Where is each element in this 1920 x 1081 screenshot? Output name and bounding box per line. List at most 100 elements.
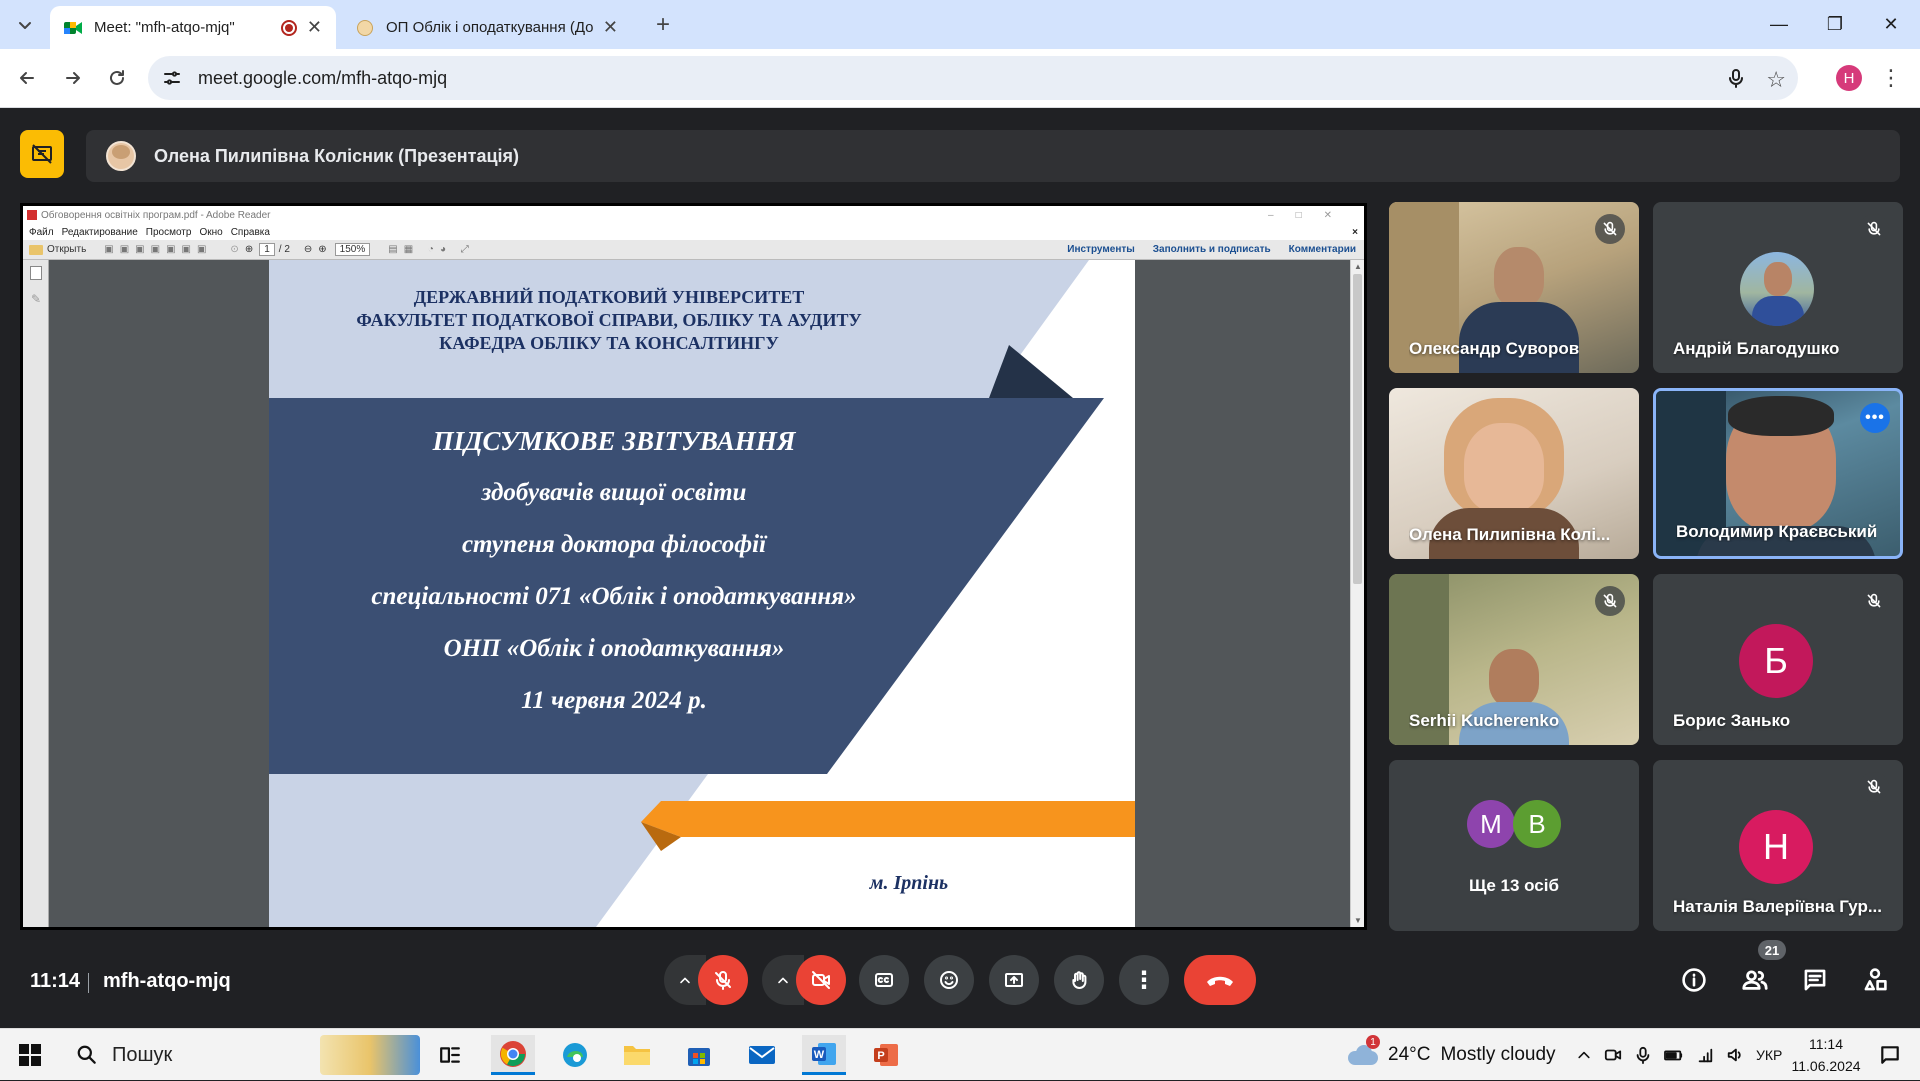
svg-text:W: W: [814, 1049, 825, 1061]
participant-photo-avatar: [1740, 252, 1814, 326]
bookmark-star-icon[interactable]: ☆: [1766, 67, 1786, 93]
tab-meet[interactable]: Meet: "mfh-atqo-mjq" ✕: [50, 6, 336, 49]
leave-call-button[interactable]: [1184, 955, 1256, 1005]
page-down-icon[interactable]: ⊕: [245, 244, 253, 255]
chat-icon[interactable]: [1790, 955, 1840, 1005]
menu-view[interactable]: Просмотр: [146, 227, 192, 238]
toolbar-icons[interactable]: ▣▣▣▣▣▣▣: [104, 244, 212, 255]
windows-start-icon[interactable]: [8, 1035, 52, 1075]
zoom-in-icon[interactable]: ⊕: [318, 244, 326, 255]
captions-button[interactable]: [859, 955, 909, 1005]
forward-icon[interactable]: [56, 61, 90, 95]
page-number-input[interactable]: 1: [259, 243, 275, 256]
back-icon[interactable]: [10, 61, 44, 95]
activities-icon[interactable]: [1850, 955, 1900, 1005]
microsoft-store-icon[interactable]: [677, 1035, 721, 1075]
taskbar-clock[interactable]: 11:14 11.06.2024: [1778, 1033, 1874, 1077]
camera-off-button[interactable]: [796, 955, 846, 1005]
menu-edit[interactable]: Редактирование: [62, 227, 138, 238]
scrollbar-thumb[interactable]: [1353, 274, 1362, 584]
reader-titlebar: Обговорення освітніх програм.pdf - Adobe…: [23, 206, 1364, 224]
wifi-icon[interactable]: [1696, 1046, 1714, 1064]
tools-button[interactable]: Инструменты: [1067, 244, 1135, 255]
speaker-icon[interactable]: [1726, 1046, 1744, 1064]
muted-mic-icon: [1595, 214, 1625, 244]
open-button[interactable]: Открыть: [47, 244, 86, 255]
url-text: meet.google.com/mfh-atqo-mjq: [198, 67, 448, 88]
open-folder-icon[interactable]: [29, 244, 43, 255]
zoom-out-icon[interactable]: ⊖: [304, 244, 312, 255]
participant-name: Олександр Суворов: [1409, 339, 1580, 358]
powerpoint-taskbar-icon[interactable]: P: [864, 1035, 908, 1075]
reader-scrollbar[interactable]: ▲ ▼: [1350, 260, 1364, 927]
reader-menubar: Файл Редактирование Просмотр Окно Справк…: [23, 224, 1364, 240]
close-tab-icon[interactable]: ✕: [307, 17, 322, 38]
browser-menu-icon[interactable]: ⋮: [1874, 61, 1908, 95]
microphone-icon[interactable]: [1726, 68, 1746, 88]
microphone-off-button[interactable]: [698, 955, 748, 1005]
word-taskbar-icon[interactable]: W: [802, 1035, 846, 1075]
people-icon[interactable]: [1730, 955, 1780, 1005]
minimize-icon[interactable]: —: [1751, 0, 1807, 49]
more-options-button[interactable]: ⋮: [1119, 955, 1169, 1005]
edge-taskbar-icon[interactable]: [553, 1035, 597, 1075]
slide-line-2: здобувачів вищої освіти: [481, 479, 747, 506]
participant-tile[interactable]: Serhii Kucherenko: [1389, 574, 1639, 745]
reload-icon[interactable]: [100, 61, 134, 95]
microphone-tray-icon[interactable]: [1634, 1046, 1652, 1064]
chrome-taskbar-icon[interactable]: [491, 1035, 535, 1075]
battery-icon[interactable]: [1664, 1046, 1684, 1064]
more-options-icon[interactable]: •••: [1860, 403, 1890, 433]
more-participants-tile[interactable]: M B Ще 13 осіб: [1389, 760, 1639, 931]
fill-sign-button[interactable]: Заполнить и подписать: [1153, 244, 1271, 255]
participant-name: Serhii Kucherenko: [1409, 711, 1560, 730]
tab-op-document[interactable]: ОП Облік і оподаткування (До ✕: [342, 6, 632, 49]
menu-window[interactable]: Окно: [199, 227, 222, 238]
weather-temp: 24°C: [1388, 1044, 1431, 1065]
raise-hand-button[interactable]: [1054, 955, 1104, 1005]
meeting-details-icon[interactable]: [1669, 955, 1719, 1005]
participant-name: Наталія Валеріївна Гур...: [1673, 897, 1882, 916]
participant-tile[interactable]: Б Борис Занько: [1653, 574, 1903, 745]
site-settings-icon[interactable]: [162, 68, 182, 88]
emoji-reactions-button[interactable]: [924, 955, 974, 1005]
meeting-code: mfh-atqo-mjq: [103, 970, 231, 992]
address-bar[interactable]: meet.google.com/mfh-atqo-mjq ☆: [148, 56, 1798, 100]
participant-tile[interactable]: Андрій Благодушко: [1653, 202, 1903, 373]
show-hidden-icons-chevron-icon[interactable]: [1576, 1047, 1592, 1063]
presenter-name: Олена Пилипівна Колісник (Презентація): [154, 145, 520, 166]
menu-help[interactable]: Справка: [231, 227, 270, 238]
participant-tile[interactable]: Олена Пилипівна Колі...: [1389, 388, 1639, 559]
task-view-icon[interactable]: [428, 1035, 472, 1075]
new-tab-icon[interactable]: +: [646, 8, 680, 42]
tab-search-chevron-icon[interactable]: [8, 8, 42, 42]
pages-panel-icon[interactable]: [30, 266, 42, 280]
participant-initial-avatar: Н: [1739, 810, 1813, 884]
notifications-icon[interactable]: [1868, 1035, 1912, 1075]
close-tab-icon[interactable]: ✕: [603, 17, 618, 38]
fit-icons[interactable]: ▤▦ ◔◕ ⤢: [388, 244, 475, 255]
reader-left-panel: ✎: [23, 260, 49, 927]
page-up-icon[interactable]: ⊙: [230, 244, 238, 255]
mail-icon[interactable]: [740, 1035, 784, 1075]
meet-now-icon[interactable]: [1604, 1046, 1622, 1064]
participant-tile-speaking[interactable]: ••• Володимир Краєвський: [1653, 388, 1903, 559]
reader-close-doc-icon[interactable]: ×: [1352, 227, 1358, 238]
file-explorer-icon[interactable]: [615, 1035, 659, 1075]
menu-file[interactable]: Файл: [29, 227, 54, 238]
attachment-panel-icon[interactable]: ✎: [31, 292, 41, 306]
profile-avatar[interactable]: H: [1836, 65, 1862, 91]
zoom-select[interactable]: 150%: [334, 243, 371, 256]
slide-header-line-2: ФАКУЛЬТЕТ ПОДАТКОВОЇ СПРАВИ, ОБЛІКУ ТА А…: [356, 310, 862, 330]
weather-widget[interactable]: 1 24°C Mostly cloudy: [1348, 1029, 1556, 1081]
cloudy-weather-icon: 1: [1348, 1035, 1380, 1065]
muted-mic-icon: [1859, 586, 1889, 616]
taskbar-search[interactable]: Пошук: [60, 1029, 420, 1081]
comments-button[interactable]: Комментарии: [1289, 244, 1356, 255]
present-screen-button[interactable]: [989, 955, 1039, 1005]
participant-tile[interactable]: Олександр Суворов: [1389, 202, 1639, 373]
stop-presenting-icon[interactable]: [20, 130, 64, 178]
close-window-icon[interactable]: ✕: [1863, 0, 1919, 49]
participant-tile[interactable]: Н Наталія Валеріївна Гур...: [1653, 760, 1903, 931]
restore-icon[interactable]: ❐: [1807, 0, 1863, 49]
